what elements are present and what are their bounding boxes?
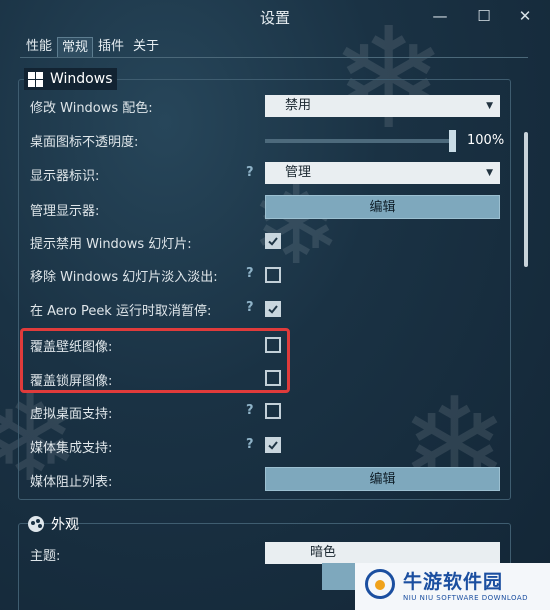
display-id-value: 管理 bbox=[285, 165, 312, 180]
theme-dropdown[interactable]: 暗色 bbox=[265, 542, 500, 564]
windows-section-title: Windows bbox=[24, 68, 117, 90]
title-bar: 设置 — ☐ ✕ bbox=[0, 0, 550, 34]
theme-value: 暗色 bbox=[310, 545, 337, 560]
theme-label: 主题: bbox=[30, 549, 61, 564]
manage-displays-label: 管理显示器: bbox=[30, 204, 100, 219]
tab-performance[interactable]: 性能 bbox=[22, 37, 56, 57]
settings-window: ❄ ❄ ❄ ❄ 设置 — ☐ ✕ 性能 常规 插件 关于 Windows 修改 … bbox=[0, 0, 550, 610]
media-block-list-label: 媒体阻止列表: bbox=[30, 475, 113, 490]
opacity-slider-thumb[interactable] bbox=[449, 130, 456, 152]
window-title: 设置 bbox=[259, 9, 290, 27]
change-color-value: 禁用 bbox=[285, 98, 312, 113]
aero-peek-help-icon[interactable]: ? bbox=[246, 300, 254, 315]
tab-general[interactable]: 常规 bbox=[57, 37, 94, 57]
toggle-label: 移除 Windows 幻灯片淡入淡出: bbox=[30, 270, 218, 285]
toggle-label: 覆盖壁纸图像: bbox=[30, 340, 113, 355]
toggle-label: 提示禁用 Windows 幻灯片: bbox=[30, 237, 192, 252]
minimize-icon[interactable]: — bbox=[428, 4, 452, 28]
tab-plugins[interactable]: 插件 bbox=[94, 37, 128, 57]
scrollbar-thumb[interactable] bbox=[524, 132, 528, 267]
appearance-section-title: 外观 bbox=[28, 514, 79, 534]
windows-section-label: Windows bbox=[50, 71, 113, 87]
aero-peek-checkbox[interactable] bbox=[265, 301, 281, 317]
change-color-dropdown[interactable]: 禁用 ▼ bbox=[265, 95, 500, 117]
watermark: 牛游软件园 NIU NIU SOFTWARE DOWNLOAD bbox=[355, 563, 550, 610]
opacity-value: 100% bbox=[467, 133, 505, 148]
appearance-section-label: 外观 bbox=[51, 517, 79, 533]
virtual-desktop-checkbox[interactable] bbox=[265, 403, 281, 419]
palette-icon bbox=[28, 516, 44, 532]
change-color-label: 修改 Windows 配色: bbox=[30, 101, 153, 116]
watermark-name: 牛游软件园 bbox=[403, 571, 504, 593]
slideshow-fade-checkbox[interactable] bbox=[265, 267, 281, 283]
tab-about[interactable]: 关于 bbox=[129, 37, 163, 57]
windows-logo-icon bbox=[28, 71, 43, 87]
toggle-label: 媒体集成支持: bbox=[30, 441, 113, 456]
media-integration-checkbox[interactable] bbox=[265, 437, 281, 453]
override-wallpaper-checkbox[interactable] bbox=[265, 337, 281, 353]
close-icon[interactable]: ✕ bbox=[513, 4, 537, 28]
toggle-label: 覆盖锁屏图像: bbox=[30, 374, 113, 389]
override-lockscreen-checkbox[interactable] bbox=[265, 370, 281, 386]
toggle-label: 在 Aero Peek 运行时取消暂停: bbox=[30, 304, 212, 319]
virtual-desktop-help-icon[interactable]: ? bbox=[246, 403, 254, 418]
chevron-down-icon: ▼ bbox=[486, 101, 493, 111]
tab-divider bbox=[20, 57, 528, 58]
tab-bar: 性能 常规 插件 关于 bbox=[22, 37, 164, 57]
desktop-icon-opacity-label: 桌面图标不透明度: bbox=[30, 135, 139, 150]
slideshow-prompt-checkbox[interactable] bbox=[265, 233, 281, 249]
media-block-list-edit-button[interactable]: 编辑 bbox=[265, 467, 500, 491]
watermark-logo-icon bbox=[365, 569, 395, 599]
display-id-dropdown[interactable]: 管理 ▼ bbox=[265, 162, 500, 184]
manage-displays-edit-button[interactable]: 编辑 bbox=[265, 195, 500, 219]
slideshow-fade-help-icon[interactable]: ? bbox=[246, 266, 254, 281]
maximize-icon[interactable]: ☐ bbox=[472, 4, 496, 28]
toggle-label: 虚拟桌面支持: bbox=[30, 407, 113, 422]
media-integration-help-icon[interactable]: ? bbox=[246, 437, 254, 452]
opacity-slider-track[interactable] bbox=[265, 139, 455, 143]
watermark-subtitle: NIU NIU SOFTWARE DOWNLOAD bbox=[403, 594, 529, 602]
display-id-label: 显示器标识: bbox=[30, 169, 100, 184]
chevron-down-icon: ▼ bbox=[486, 168, 493, 178]
display-id-help-icon[interactable]: ? bbox=[246, 165, 254, 180]
